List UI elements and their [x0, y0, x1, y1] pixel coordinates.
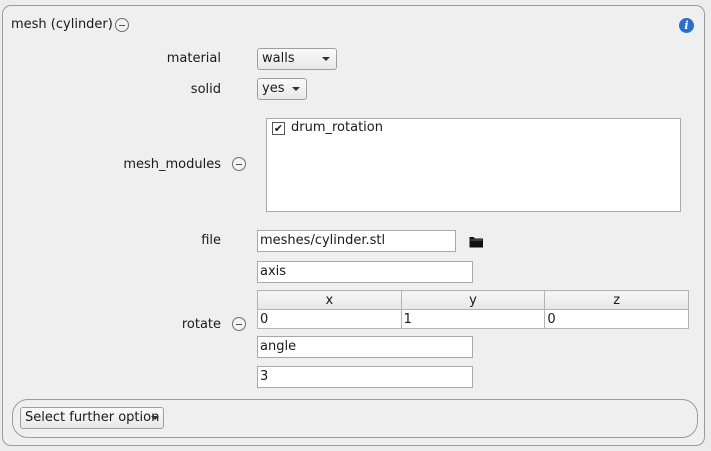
column-header-z[interactable]: z	[544, 290, 689, 310]
material-value: walls	[262, 51, 295, 66]
table-row: 0 1 0	[257, 309, 689, 329]
collapse-mesh-modules-icon[interactable]	[232, 157, 246, 171]
rotate-label: rotate	[181, 317, 221, 332]
file-path-input[interactable]: meshes/cylinder.stl	[257, 230, 456, 252]
drum-rotation-checkbox[interactable]: ✔	[272, 122, 285, 135]
info-icon[interactable]: i	[679, 18, 694, 33]
collapse-panel-icon[interactable]	[115, 18, 129, 32]
solid-combobox[interactable]: yes	[257, 78, 307, 100]
angle-name-field[interactable]: angle	[257, 336, 473, 358]
angle-value-field[interactable]: 3	[257, 366, 473, 388]
mesh-modules-label: mesh_modules	[123, 157, 221, 172]
mesh-modules-list[interactable]: ✔ drum_rotation	[266, 118, 681, 212]
axis-x-cell[interactable]: 0	[257, 309, 402, 329]
axis-z-cell[interactable]: 0	[544, 309, 689, 329]
further-options-group: Select further option	[12, 399, 698, 438]
select-further-option-combobox[interactable]: Select further option	[20, 407, 164, 429]
solid-value: yes	[262, 81, 285, 96]
column-header-x[interactable]: x	[257, 290, 402, 310]
axis-name-field[interactable]: axis	[257, 261, 473, 283]
collapse-rotate-icon[interactable]	[232, 317, 246, 331]
axis-y-cell[interactable]: 1	[400, 309, 546, 329]
file-label: file	[201, 233, 221, 248]
mesh-panel: mesh (cylinder) i material walls solid y…	[2, 5, 705, 446]
material-label: material	[166, 51, 221, 66]
chevron-down-icon	[292, 87, 300, 91]
drum-rotation-label: drum_rotation	[291, 120, 383, 135]
chevron-down-icon	[151, 416, 159, 420]
column-header-y[interactable]: y	[400, 290, 546, 310]
axis-vector-table: x y z 0 1 0	[257, 290, 689, 329]
panel-title: mesh (cylinder)	[11, 17, 113, 32]
solid-label: solid	[190, 82, 221, 97]
folder-icon[interactable]	[469, 235, 484, 248]
select-further-option-label: Select further option	[25, 410, 160, 425]
material-combobox[interactable]: walls	[257, 48, 337, 70]
chevron-down-icon	[322, 57, 330, 61]
